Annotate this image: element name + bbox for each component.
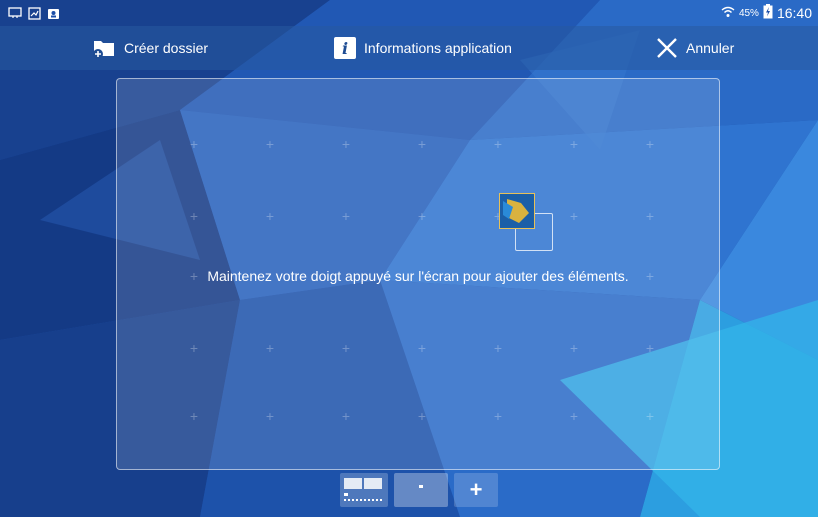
grid-marker: + xyxy=(189,208,199,224)
wifi-icon xyxy=(721,6,735,21)
grid-marker: + xyxy=(341,208,351,224)
folder-add-icon xyxy=(92,37,116,59)
grid-marker: + xyxy=(265,340,275,356)
page-indicator: + xyxy=(340,473,498,507)
close-icon xyxy=(656,37,678,59)
grid-marker: + xyxy=(569,136,579,152)
grid-marker: + xyxy=(645,136,655,152)
grid-marker: + xyxy=(417,136,427,152)
cancel-button[interactable]: Annuler xyxy=(656,26,734,70)
add-page-button[interactable]: + xyxy=(454,473,498,507)
cancel-label: Annuler xyxy=(686,40,735,56)
grid-marker: + xyxy=(189,136,199,152)
clock: 16:40 xyxy=(776,5,812,21)
page-thumbnail-2[interactable] xyxy=(394,473,448,507)
grid-marker: + xyxy=(569,340,579,356)
grid-marker: + xyxy=(265,136,275,152)
page-thumbnail-1[interactable] xyxy=(340,473,388,507)
grid-marker: + xyxy=(493,340,503,356)
grid-marker: + xyxy=(265,408,275,424)
screenshot-icon xyxy=(28,6,41,20)
widget-thumbnail-icon xyxy=(498,192,536,230)
info-icon: i xyxy=(334,37,356,59)
cast-icon xyxy=(8,7,22,19)
battery-percent: 45% xyxy=(738,7,759,19)
grid-marker: + xyxy=(417,408,427,424)
grid-marker: + xyxy=(493,136,503,152)
grid-marker: + xyxy=(569,408,579,424)
grid-marker: + xyxy=(341,340,351,356)
grid-marker: + xyxy=(645,408,655,424)
grid-marker: + xyxy=(417,340,427,356)
home-screen-edit-panel[interactable]: + + + + + + + + + + + + + + + + + + + + + + + + + + + + + + Maintenez… xyxy=(116,78,720,470)
app-info-label: Informations application xyxy=(364,40,512,56)
notification-icon xyxy=(47,7,60,20)
grid-marker: + xyxy=(417,208,427,224)
grid-marker: + xyxy=(645,340,655,356)
action-bar: Créer dossier i Informations application… xyxy=(0,26,818,70)
grid-marker: + xyxy=(493,408,503,424)
grid-marker: + xyxy=(189,340,199,356)
create-folder-button[interactable]: Créer dossier xyxy=(92,26,208,70)
grid-marker: + xyxy=(645,208,655,224)
create-folder-label: Créer dossier xyxy=(124,40,209,56)
grid-marker: + xyxy=(341,408,351,424)
status-bar: 45% 16:40 xyxy=(0,0,818,26)
dragged-item[interactable] xyxy=(498,192,557,253)
grid-marker: + xyxy=(265,208,275,224)
app-info-button[interactable]: i Informations application xyxy=(334,26,512,70)
battery-charging-icon xyxy=(763,4,773,22)
grid-marker: + xyxy=(341,136,351,152)
hint-text: Maintenez votre doigt appuyé sur l'écran… xyxy=(207,268,629,284)
grid-marker: + xyxy=(189,408,199,424)
svg-text:i: i xyxy=(342,39,348,58)
grid-marker: + xyxy=(569,208,579,224)
